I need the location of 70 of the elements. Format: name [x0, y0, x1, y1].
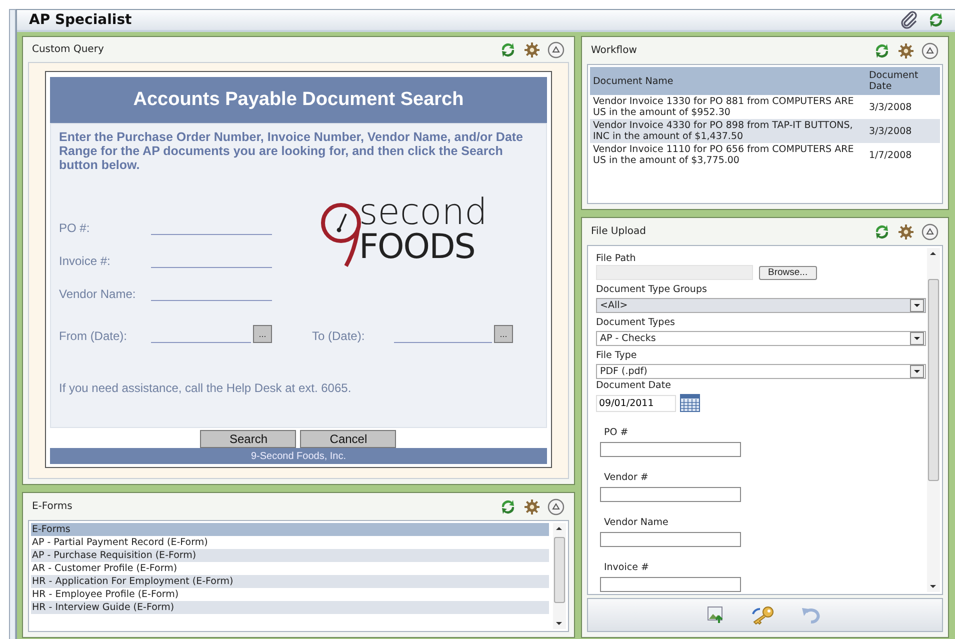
- footer-bar: 9-Second Foods, Inc.: [50, 448, 547, 464]
- paperclip-icon[interactable]: [899, 10, 919, 30]
- field-label: Vendor #: [604, 471, 650, 484]
- clock-logo-drawing: [318, 202, 363, 268]
- collapse-icon[interactable]: [920, 42, 939, 60]
- field-label: PO #:: [58, 221, 91, 235]
- field-label: Vendor Name: [604, 516, 670, 529]
- splitter-handle[interactable]: [9, 9, 16, 639]
- collapse-icon[interactable]: [546, 498, 565, 516]
- table-cell: 3/3/2008: [866, 119, 940, 143]
- form-button[interactable]: Cancel: [300, 430, 396, 448]
- field-label: File Path: [596, 252, 637, 265]
- field-label: File Type: [596, 349, 638, 362]
- field-label: Vendor Name:: [58, 287, 137, 301]
- field-label: To (Date):: [312, 329, 366, 343]
- form-button[interactable]: Search: [200, 430, 296, 448]
- dropdown[interactable]: PDF (.pdf): [596, 364, 926, 379]
- field-label: Document Types: [596, 316, 676, 329]
- field-label: From (Date):: [58, 329, 128, 343]
- list-item[interactable]: HR - Application For Employment (E-Form): [30, 575, 549, 588]
- input-field[interactable]: [600, 487, 741, 502]
- panel-title: E-Forms: [32, 501, 72, 512]
- panel-title: Custom Query: [32, 44, 104, 55]
- table-cell: 1/7/2008: [866, 143, 940, 167]
- scrollbar[interactable]: [552, 523, 566, 629]
- list-item[interactable]: AR - Customer Profile (E-Form): [30, 562, 549, 575]
- page-title: AP Specialist: [28, 12, 132, 28]
- collapse-icon[interactable]: [546, 40, 565, 58]
- scrollbar[interactable]: [926, 248, 940, 592]
- list-item[interactable]: E-Forms: [30, 523, 549, 536]
- date-field[interactable]: 09/01/2011: [596, 394, 676, 412]
- refresh-icon[interactable]: [927, 11, 945, 29]
- date-picker-button[interactable]: ...: [494, 325, 513, 343]
- list-item[interactable]: AP - Partial Payment Record (E-Form): [30, 536, 549, 549]
- input-field[interactable]: [600, 442, 741, 457]
- key-icon[interactable]: [750, 605, 775, 625]
- table-cell: 3/3/2008: [866, 95, 940, 119]
- panel-title: File Upload: [590, 226, 646, 237]
- panel-title: Workflow: [590, 45, 637, 56]
- image-upload-icon[interactable]: [706, 606, 725, 624]
- date-picker-button[interactable]: ...: [252, 325, 272, 343]
- list-item[interactable]: HR - Interview Guide (E-Form): [30, 601, 549, 614]
- settings-icon[interactable]: [522, 40, 541, 58]
- field-label: Invoice #:: [58, 254, 112, 268]
- field-label: Invoice #: [604, 561, 650, 574]
- settings-icon[interactable]: [896, 42, 915, 60]
- field-label: Document Date: [596, 379, 672, 392]
- settings-icon[interactable]: [522, 498, 541, 516]
- logo-text: FOODS: [358, 230, 476, 264]
- column-header[interactable]: Document Name: [590, 67, 866, 95]
- table-cell: Vendor Invoice 1330 for PO 881 from COMPUTERS ARE US in the amount of $952.30: [590, 95, 866, 119]
- calendar-icon[interactable]: [680, 394, 700, 412]
- list-item[interactable]: AP - Purchase Requisition (E-Form): [30, 549, 549, 562]
- input-field[interactable]: [600, 532, 741, 547]
- collapse-icon[interactable]: [920, 222, 939, 240]
- column-header[interactable]: Document Date: [866, 67, 940, 95]
- logo-text: second: [358, 196, 488, 230]
- list-item[interactable]: HR - Employee Profile (E-Form): [30, 588, 549, 601]
- form-heading: Accounts Payable Document Search: [50, 77, 547, 123]
- table-cell: Vendor Invoice 1110 for PO 656 from COMPUTERS ARE US in the amount of $3,775.00: [590, 143, 866, 167]
- help-text: If you need assistance, call the Help Desk at ext. 6065.: [58, 381, 352, 395]
- input-field[interactable]: [600, 577, 741, 592]
- dropdown[interactable]: AP - Checks: [596, 331, 926, 346]
- file-path-field[interactable]: [596, 265, 753, 280]
- table-cell: Vendor Invoice 4330 for PO 898 from TAP-IT BUTTONS, INC in the amount of $1,437.50: [590, 119, 866, 143]
- browse-button[interactable]: Browse...: [758, 266, 817, 280]
- field-label: Document Type Groups: [596, 283, 708, 296]
- field-label: PO #: [604, 426, 630, 439]
- settings-icon[interactable]: [896, 222, 915, 240]
- instructions-text: Enter the Purchase Order Number, Invoice Number, Vendor Name, and/or Date Range for the AP documents you are looking for, and then click the Search button below.: [58, 130, 524, 172]
